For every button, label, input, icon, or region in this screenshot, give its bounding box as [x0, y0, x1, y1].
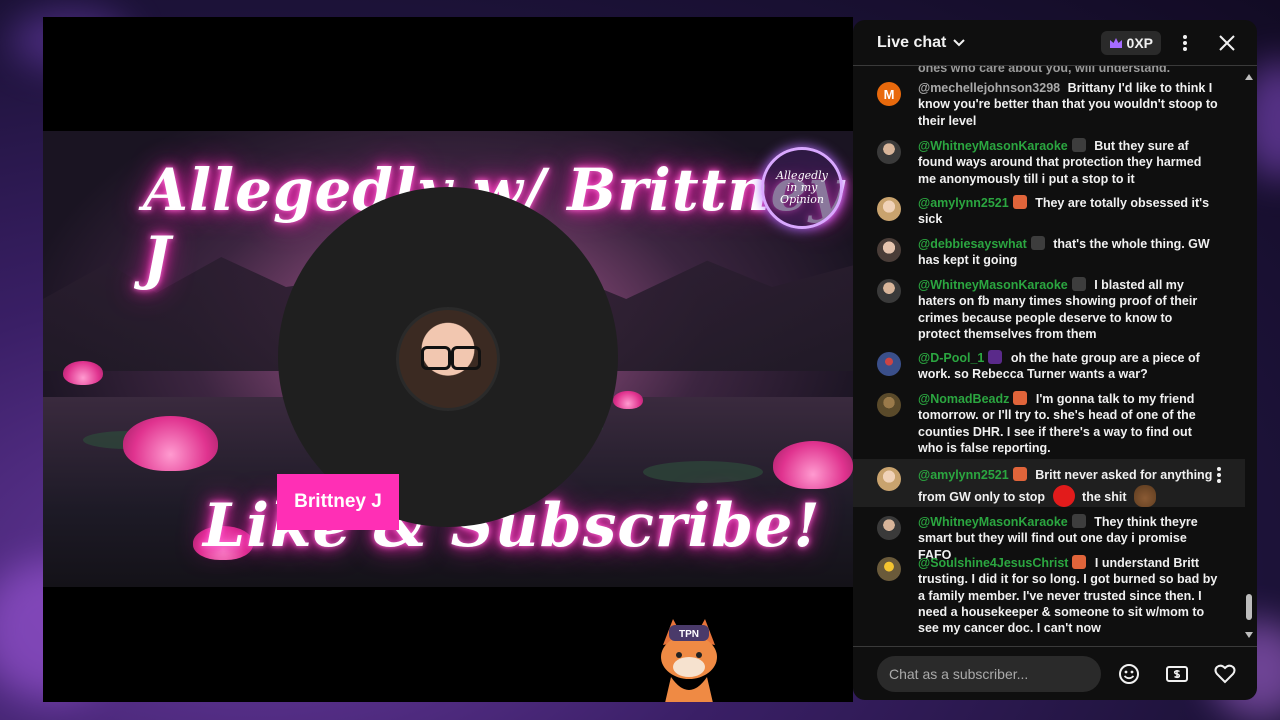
xp-badge[interactable]: 0XP	[1100, 30, 1161, 55]
glasses-shape	[421, 346, 481, 370]
avatar	[877, 197, 901, 221]
message-author[interactable]: @NomadBeadz	[918, 392, 1009, 406]
lily-pad	[643, 461, 763, 483]
chat-scrollbar[interactable]	[1245, 74, 1253, 640]
chat-message: @WhitneyMasonKaraoke But they sure af fo…	[853, 138, 1245, 187]
super-chat-button[interactable]	[1157, 654, 1197, 694]
chat-message: @NomadBeadz I'm gonna talk to my friend …	[853, 391, 1245, 456]
speaker-avatar	[396, 307, 500, 411]
avatar	[877, 279, 901, 303]
message-more-options-icon[interactable]	[1209, 465, 1229, 485]
avatar	[877, 352, 901, 376]
like-heart-button[interactable]	[1205, 654, 1245, 694]
member-badge-icon	[1030, 236, 1045, 250]
chat-message-hovered[interactable]: @amylynn2521 Britt never asked for anyth…	[853, 459, 1245, 507]
live-chat-mode-dropdown[interactable]: Live chat	[877, 34, 966, 52]
message-body: @mechellejohnson3298 Brittany I'd like t…	[918, 80, 1218, 129]
red-circle-emoji-icon	[1052, 485, 1075, 507]
member-badge-icon	[988, 350, 1003, 364]
lotus-flower	[63, 361, 103, 385]
member-badge-icon	[1071, 277, 1086, 291]
message-body: @NomadBeadz I'm gonna talk to my friend …	[918, 391, 1218, 456]
chat-message: @debbiesayswhat that's the whole thing. …	[853, 236, 1245, 269]
heart-icon	[1214, 664, 1236, 683]
more-vert-icon	[1183, 34, 1187, 51]
lotus-flower	[613, 391, 643, 409]
message-author[interactable]: @mechellejohnson3298	[918, 81, 1060, 95]
member-badge-icon	[1071, 514, 1086, 528]
member-badge-icon	[1012, 195, 1027, 209]
close-icon	[1219, 34, 1235, 51]
chat-input[interactable]	[877, 655, 1101, 692]
chat-message: @D-Pool_1 oh the hate group are a piece …	[853, 350, 1245, 383]
avatar	[877, 393, 901, 417]
chat-title-label: Live chat	[877, 33, 947, 51]
member-badge-icon	[1013, 391, 1028, 405]
avatar	[877, 467, 901, 491]
crown-icon	[1109, 37, 1122, 48]
message-body: @WhitneyMasonKaraoke But they sure af fo…	[918, 138, 1218, 187]
avatar	[877, 557, 901, 581]
fox-mascot-icon: TPN	[661, 619, 717, 702]
video-player[interactable]: Allegedly w/ Brittney J Allegedly in my …	[43, 17, 853, 702]
scroll-down-arrow-icon[interactable]	[1245, 632, 1253, 638]
chat-message: @WhitneyMasonKaraoke I blasted all my ha…	[853, 277, 1245, 342]
chevron-down-icon	[953, 38, 966, 46]
fox-badge-text: TPN	[679, 629, 699, 640]
avatar	[877, 238, 901, 262]
emoji-button[interactable]	[1109, 654, 1149, 694]
poop-emoji-icon	[1133, 485, 1156, 507]
message-author[interactable]: @amylynn2521	[918, 468, 1009, 482]
message-body: @debbiesayswhat that's the whole thing. …	[918, 236, 1218, 269]
message-body: @D-Pool_1 oh the hate group are a piece …	[918, 350, 1218, 383]
chat-message-truncated: ones who care about you, will understand…	[853, 66, 1245, 76]
show-logo: Allegedly in my Opinion	[761, 147, 843, 229]
dollar-bill-icon	[1166, 665, 1188, 682]
message-author[interactable]: @amylynn2521	[918, 196, 1009, 210]
live-chat-panel: Live chat 0XP ones who care about you, w…	[853, 20, 1257, 700]
message-text: ones who care about you, will understand…	[918, 66, 1171, 75]
message-author[interactable]: @WhitneyMasonKaraoke	[918, 515, 1068, 529]
chat-input-bar	[853, 646, 1257, 700]
scroll-up-arrow-icon[interactable]	[1245, 74, 1253, 80]
message-body: @Soulshine4JesusChrist I understand Brit…	[918, 555, 1218, 636]
message-author[interactable]: @WhitneyMasonKaraoke	[918, 139, 1068, 153]
chat-message: @Soulshine4JesusChrist I understand Brit…	[853, 555, 1245, 636]
message-body: @amylynn2521 Britt never asked for anyth…	[918, 465, 1218, 507]
smiley-icon	[1119, 663, 1139, 684]
chat-message-list[interactable]: ones who care about you, will understand…	[853, 66, 1245, 646]
avatar	[877, 140, 901, 164]
member-badge-icon	[1012, 467, 1027, 481]
message-text: the shit	[1082, 490, 1127, 504]
message-body: @amylynn2521 They are totally obsessed i…	[918, 195, 1218, 228]
chat-message: M @mechellejohnson3298 Brittany I'd like…	[853, 80, 1245, 129]
chat-header: Live chat 0XP	[853, 20, 1257, 66]
message-body: @WhitneyMasonKaraoke I blasted all my ha…	[918, 277, 1218, 342]
avatar: M	[877, 82, 901, 106]
message-author[interactable]: @WhitneyMasonKaraoke	[918, 278, 1068, 292]
message-author[interactable]: @D-Pool_1	[918, 351, 984, 365]
member-badge-icon	[1071, 138, 1086, 152]
xp-label: 0XP	[1126, 34, 1153, 51]
message-author[interactable]: @debbiesayswhat	[918, 237, 1027, 251]
avatar	[877, 516, 901, 540]
speaker-name-tag: Brittney J	[277, 474, 399, 530]
lotus-flower	[773, 441, 853, 489]
message-author[interactable]: @Soulshine4JesusChrist	[918, 556, 1068, 570]
lotus-flower	[123, 416, 218, 471]
member-badge-icon	[1072, 555, 1087, 569]
chat-message: @amylynn2521 They are totally obsessed i…	[853, 195, 1245, 228]
close-chat-button[interactable]	[1209, 25, 1245, 61]
scrollbar-thumb[interactable]	[1246, 594, 1252, 620]
chat-more-options-button[interactable]	[1167, 25, 1203, 61]
